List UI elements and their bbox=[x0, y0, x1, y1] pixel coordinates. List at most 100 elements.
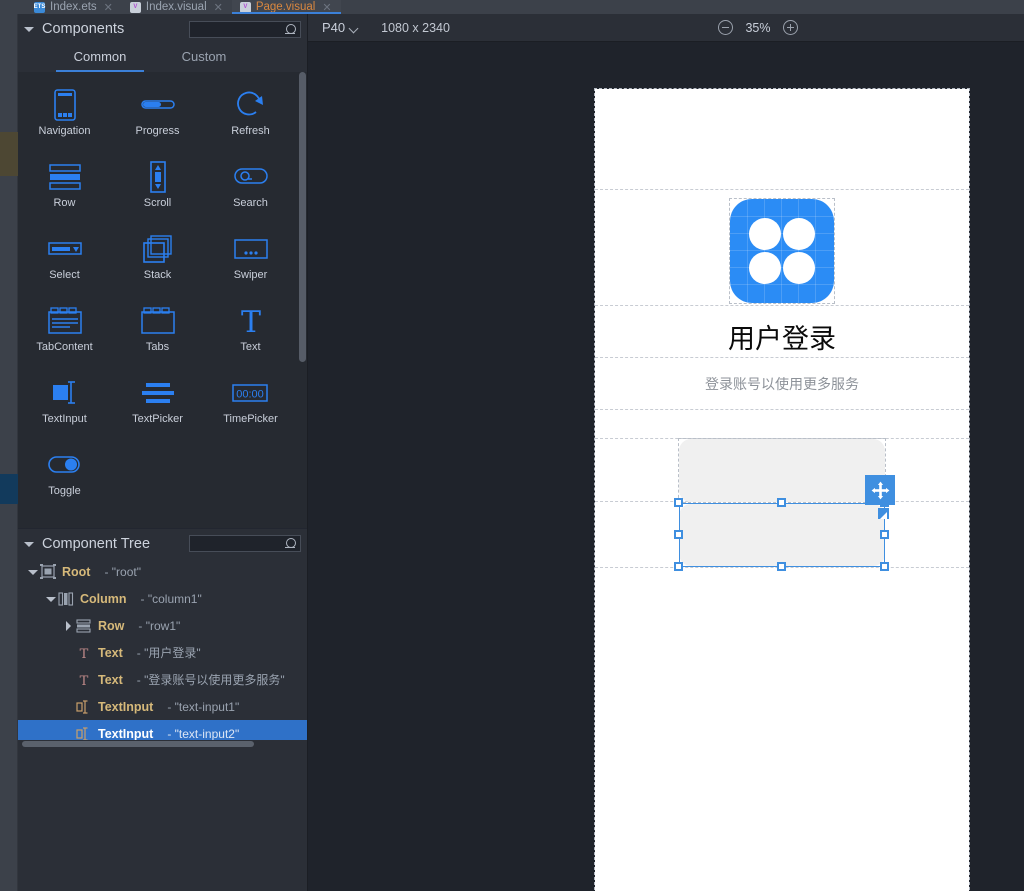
palette-scrollbar[interactable] bbox=[299, 72, 306, 528]
canvas-area: P40 1080 x 2340 35% bbox=[308, 14, 1024, 891]
tree-node-value: - "登录账号以使用更多服务" bbox=[137, 671, 285, 688]
sidebar-item-project[interactable]: Project bbox=[0, 16, 18, 76]
zoom-out-button[interactable] bbox=[718, 20, 733, 35]
palette-scrollbar-thumb[interactable] bbox=[299, 72, 306, 362]
palette-item-navigation[interactable]: Navigation bbox=[18, 86, 111, 158]
device-resolution: 1080 x 2340 bbox=[381, 21, 450, 35]
palette-item-label: Row bbox=[53, 197, 75, 209]
palette-item-textpicker[interactable]: TextPicker bbox=[111, 374, 204, 446]
text-input-2[interactable] bbox=[679, 504, 885, 566]
tree-node-name: TextInput bbox=[98, 727, 153, 741]
tree-caret-placeholder bbox=[62, 673, 76, 687]
components-panel-title: Components bbox=[42, 21, 124, 37]
tree-collapse-caret-icon[interactable] bbox=[22, 537, 36, 551]
palette-item-timepicker[interactable]: 00:00TimePicker bbox=[204, 374, 297, 446]
stack-icon bbox=[143, 230, 173, 268]
ets-file-icon: ETS bbox=[34, 2, 45, 13]
layout-guide-line bbox=[595, 357, 969, 358]
refresh-icon bbox=[236, 86, 266, 124]
login-title[interactable]: 用户登录 bbox=[595, 317, 969, 356]
close-icon[interactable]: ✕ bbox=[104, 1, 113, 14]
palette-item-textinput[interactable]: TextInput bbox=[18, 374, 111, 446]
tree-row[interactable]: Row- "row1" bbox=[18, 612, 307, 639]
row-icon bbox=[49, 158, 81, 196]
progress-icon bbox=[141, 86, 175, 124]
palette-item-progress[interactable]: Progress bbox=[111, 86, 204, 158]
component-tree-header: Component Tree bbox=[18, 528, 307, 558]
palette-item-row[interactable]: Row bbox=[18, 158, 111, 230]
editor-tab-index-visual[interactable]: V Index.visual ✕ bbox=[122, 0, 232, 14]
tree-node-value: - "row1" bbox=[138, 619, 180, 633]
text-input-1[interactable] bbox=[679, 439, 885, 502]
strip-marker-info bbox=[0, 474, 18, 504]
tree-row[interactable]: Root- "root" bbox=[18, 558, 307, 585]
visual-file-icon: V bbox=[130, 2, 141, 13]
device-preview[interactable]: 用户登录 登录账号以使用更多服务 bbox=[595, 89, 969, 891]
toggle-icon bbox=[48, 446, 81, 484]
editor-tab-page-visual[interactable]: VPage.visual✕ bbox=[232, 0, 341, 14]
textinput-icon bbox=[76, 700, 92, 714]
tabs-icon bbox=[141, 302, 175, 340]
component-tree-search-box[interactable] bbox=[189, 535, 301, 552]
tree-row[interactable]: Column- "column1" bbox=[18, 585, 307, 612]
palette-item-scroll[interactable]: Scroll bbox=[111, 158, 204, 230]
resize-handle-ne[interactable] bbox=[880, 498, 889, 507]
palette-item-label: Toggle bbox=[48, 485, 80, 497]
components-search-box[interactable] bbox=[189, 21, 301, 38]
palette-item-label: Scroll bbox=[144, 197, 172, 209]
tree-row[interactable]: TText- "用户登录" bbox=[18, 639, 307, 666]
component-tree-title: Component Tree bbox=[42, 536, 150, 552]
tree-node-value: - "用户登录" bbox=[137, 644, 201, 661]
tree-expand-caret-icon[interactable] bbox=[44, 592, 58, 606]
tree-node-value: - "text-input2" bbox=[167, 727, 239, 741]
left-dock: Components CommonCustom NavigationProgre… bbox=[18, 14, 308, 891]
close-icon[interactable]: ✕ bbox=[214, 1, 223, 14]
palette-item-tabs[interactable]: Tabs bbox=[111, 302, 204, 374]
row-icon bbox=[76, 619, 92, 633]
tree-expand-caret-icon[interactable] bbox=[62, 619, 76, 633]
svg-text:00:00: 00:00 bbox=[236, 388, 264, 400]
deveco-visual-editor: ETS Index.ets ✕ V Index.visual ✕ VPage.visual✕… bbox=[0, 0, 1024, 891]
svg-text:T: T bbox=[80, 674, 89, 687]
palette-item-tabcontent[interactable]: TabContent bbox=[18, 302, 111, 374]
tree-hscrollbar-thumb[interactable] bbox=[22, 741, 254, 747]
palette-item-select[interactable]: Select bbox=[18, 230, 111, 302]
palette-item-label: TabContent bbox=[36, 341, 92, 353]
tree-expand-caret-icon[interactable] bbox=[26, 565, 40, 579]
tab-common[interactable]: Common bbox=[48, 44, 152, 72]
editor-tab-label: Index.visual bbox=[146, 1, 207, 13]
device-selector[interactable]: P40 bbox=[322, 20, 359, 35]
component-tree-body: Root- "root"Column- "column1"Row- "row1"… bbox=[18, 558, 307, 748]
collapse-caret-icon[interactable] bbox=[22, 22, 36, 36]
search-icon bbox=[285, 538, 296, 550]
palette-item-refresh[interactable]: Refresh bbox=[204, 86, 297, 158]
zoom-in-button[interactable] bbox=[783, 20, 798, 35]
tree-node-name: Text bbox=[98, 646, 123, 660]
palette-item-text[interactable]: TText bbox=[204, 302, 297, 374]
root-icon bbox=[40, 565, 56, 579]
tree-row[interactable]: TextInput- "text-input1" bbox=[18, 693, 307, 720]
tree-node-name: Column bbox=[80, 592, 127, 606]
layout-guide-line bbox=[595, 189, 969, 190]
palette-item-swiper[interactable]: Swiper bbox=[204, 230, 297, 302]
editor-tab-strip: ETS Index.ets ✕ V Index.visual ✕ VPage.visual✕ bbox=[0, 0, 1024, 14]
tree-row[interactable]: TText- "登录账号以使用更多服务" bbox=[18, 666, 307, 693]
login-subtitle[interactable]: 登录账号以使用更多服务 bbox=[595, 374, 969, 394]
left-tool-strip: Project bbox=[0, 14, 18, 891]
visual-file-icon: V bbox=[240, 2, 251, 13]
palette-item-toggle[interactable]: Toggle bbox=[18, 446, 111, 518]
resize-handle-nw[interactable] bbox=[674, 498, 683, 507]
palette-item-stack[interactable]: Stack bbox=[111, 230, 204, 302]
tab-custom[interactable]: Custom bbox=[152, 44, 256, 72]
palette-item-search[interactable]: Search bbox=[204, 158, 297, 230]
palette-item-label: Stack bbox=[144, 269, 172, 281]
editor-tab-label: Index.ets bbox=[50, 1, 97, 13]
zoom-controls: 35% bbox=[718, 20, 1012, 35]
scroll-icon bbox=[150, 158, 166, 196]
app-logo[interactable] bbox=[730, 199, 834, 303]
editor-tab-index-ets[interactable]: ETS Index.ets ✕ bbox=[26, 0, 122, 14]
tree-horizontal-scrollbar[interactable] bbox=[18, 740, 307, 748]
canvas-stage[interactable]: 用户登录 登录账号以使用更多服务 bbox=[308, 42, 1024, 891]
palette-item-label: Swiper bbox=[234, 269, 268, 281]
logo-dot bbox=[783, 252, 815, 284]
